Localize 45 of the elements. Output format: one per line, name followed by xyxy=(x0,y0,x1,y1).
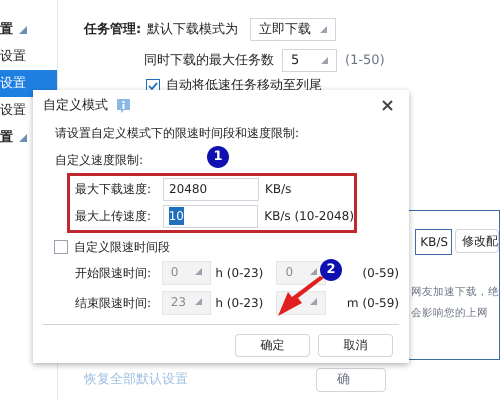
field-label: 默认下载模式为 xyxy=(147,20,238,39)
dropdown-triangle-icon xyxy=(321,57,328,64)
speed-input[interactable]: 10 xyxy=(162,204,258,228)
dialog-intro-text: 请设置自定义模式下的限速时间段和速度限制: xyxy=(55,124,300,142)
note-text: 网友加速下载，绝 xyxy=(411,284,499,300)
field-label: 最大下载速度: xyxy=(75,181,152,198)
field-label: 开始限速时间: xyxy=(75,264,152,282)
unit-text: KB/s xyxy=(265,181,292,198)
info-icon xyxy=(116,98,131,114)
dropdown-triangle-icon xyxy=(195,298,202,305)
arrow-icon xyxy=(276,276,326,318)
dialog-button[interactable]: 取消 xyxy=(318,334,393,356)
checkbox-label: 自定义限速时间段 xyxy=(74,238,170,256)
expand-triangle-icon xyxy=(19,134,27,142)
sidebar-item[interactable]: 置 xyxy=(0,16,57,43)
unit-text: h (0-23) xyxy=(215,264,264,282)
speed-input[interactable]: 20480 xyxy=(163,178,259,200)
checkbox[interactable] xyxy=(54,240,68,254)
field-label: 结束限速时间: xyxy=(75,294,152,312)
dropdown-triangle-icon xyxy=(310,268,318,275)
section-label: 自定义速度限制: xyxy=(55,152,144,168)
unit-text: m (0-59) xyxy=(346,294,400,312)
close-icon[interactable] xyxy=(382,100,393,112)
note-text: 会影响您的上网 xyxy=(411,306,489,322)
checkmark-icon xyxy=(148,80,158,91)
unit-text: h (0-23) xyxy=(215,294,264,312)
dialog-button[interactable]: 确定 xyxy=(235,334,310,356)
unit-text: (0-59) xyxy=(362,264,400,282)
unit-box: KB/S xyxy=(415,228,452,254)
checkbox-label: 自动将低速任务移动至列尾 xyxy=(166,77,322,95)
confirm-button[interactable]: 确 xyxy=(316,368,386,392)
field-label: 同时下载的最大任务数 xyxy=(144,52,274,70)
expand-triangle-icon xyxy=(19,26,27,34)
dialog-title: 自定义模式 xyxy=(43,97,108,115)
mode-select[interactable]: 立即下载 xyxy=(250,18,336,41)
max-tasks-select[interactable]: 5 xyxy=(282,49,337,72)
range-hint: (1-50) xyxy=(345,52,385,70)
dropdown-triangle-icon xyxy=(195,268,202,275)
modify-button[interactable]: 修改配 xyxy=(455,228,499,252)
dropdown-triangle-icon xyxy=(310,298,318,305)
sidebar-item[interactable]: 设置 xyxy=(0,43,57,70)
dropdown-triangle-icon xyxy=(320,26,328,33)
field-label: 最大上传速度: xyxy=(75,208,152,225)
unit-text: KB/s (10-2048) xyxy=(264,208,354,225)
section-heading: 任务管理: xyxy=(84,20,142,39)
